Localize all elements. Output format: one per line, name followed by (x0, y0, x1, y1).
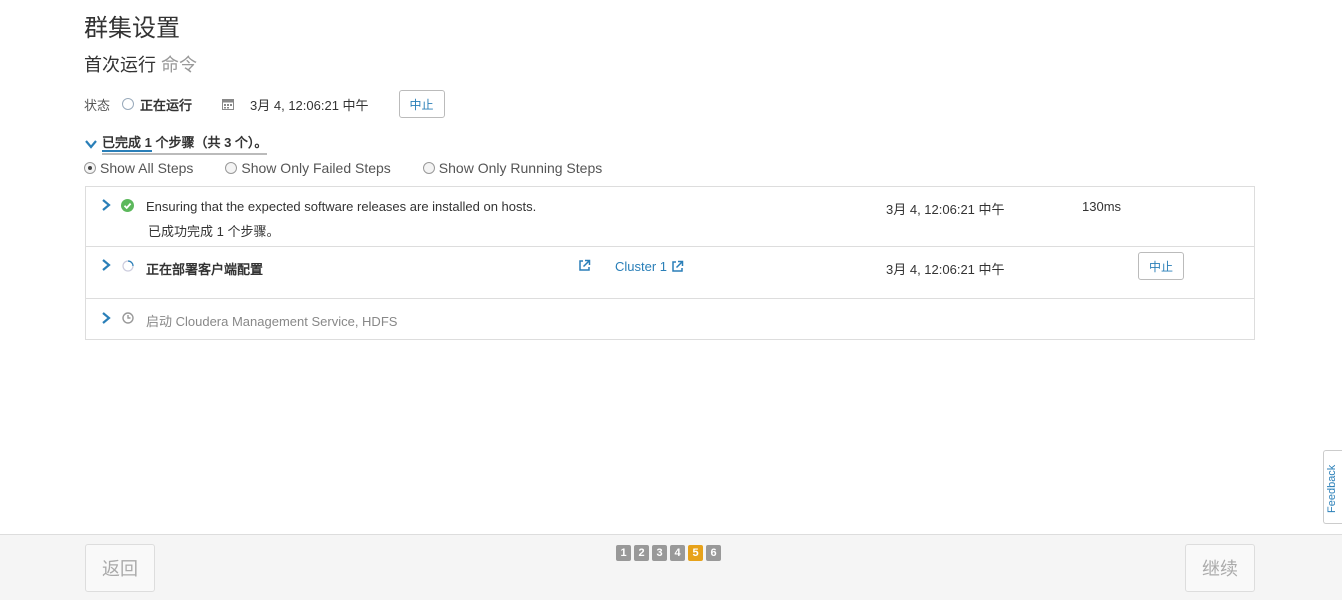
cluster-link[interactable]: Cluster 1 (615, 259, 684, 274)
step-filter-group: Show All Steps Show Only Failed Steps Sh… (84, 160, 634, 176)
radio-dot (84, 162, 96, 174)
progress-completed: 已完成 1 (102, 135, 152, 152)
abort-step-button[interactable]: 中止 (1138, 252, 1185, 280)
step-duration: 130ms (1082, 199, 1122, 214)
clock-icon (122, 312, 134, 324)
feedback-label: Feedback (1326, 464, 1338, 513)
radio-dot (225, 162, 238, 174)
external-link-icon (672, 260, 684, 272)
spinner-icon (122, 98, 135, 110)
chevron-right-icon[interactable] (101, 311, 111, 325)
step-title: 启动 Cloudera Management Service, HDFS (146, 314, 398, 329)
status-date: 3月 4, 12:06:21 中午 (250, 97, 369, 113)
calendar-icon (222, 99, 235, 110)
status-row: 状态 正在运行 3月 4, 12:06:21 中午 中止 (84, 90, 445, 118)
subtitle-muted: 命令 (161, 55, 198, 75)
step-row: Ensuring that the expected software rele… (86, 187, 1254, 247)
page-subtitle: 首次运行 命令 (84, 51, 197, 77)
step-subtitle: 已成功完成 1 个步骤。 (148, 224, 280, 239)
step-time: 3月 4, 12:06:21 中午 (886, 262, 1005, 277)
page-step-3: 3 (652, 545, 667, 561)
page-step-5: 5 (688, 545, 703, 561)
page-title: 群集设置 (84, 15, 180, 42)
steps-list: Ensuring that the expected software rele… (85, 186, 1255, 340)
filter-running-steps[interactable]: Show Only Running Steps (422, 160, 603, 176)
status-value: 正在运行 (140, 97, 193, 113)
step-title: Ensuring that the expected software rele… (146, 199, 537, 214)
external-link-icon[interactable] (578, 259, 591, 272)
step-row: 启动 Cloudera Management Service, HDFS (86, 299, 1254, 339)
filter-all-steps[interactable]: Show All Steps (84, 160, 193, 176)
abort-command-button[interactable]: 中止 (398, 90, 445, 118)
wizard-footer: 返回 1 2 3 4 5 6 继续 (0, 534, 1342, 600)
page-step-6: 6 (706, 545, 721, 561)
spinner-icon (122, 260, 134, 272)
feedback-tab[interactable]: Feedback (1323, 450, 1342, 524)
cluster-link-label: Cluster 1 (615, 259, 668, 274)
progress-rest: 个步骤（共 3 个）。 (151, 135, 268, 150)
radio-dot (422, 162, 435, 174)
page-step-2: 2 (634, 545, 649, 561)
chevron-right-icon[interactable] (101, 198, 111, 212)
back-button[interactable]: 返回 (85, 544, 155, 592)
cluster-setup-page: 群集设置 首次运行 命令 状态 正在运行 3月 4, 12:06:21 中午 中… (0, 0, 1342, 601)
filter-label: Show All Steps (100, 160, 194, 176)
chevron-down-icon (85, 139, 97, 149)
progress-toggle[interactable]: 已完成 1 个步骤（共 3 个）。 (84, 132, 268, 155)
subtitle-main: 首次运行 (84, 55, 156, 75)
progress-summary: 已完成 1 个步骤（共 3 个）。 (102, 132, 268, 155)
page-step-4: 4 (670, 545, 685, 561)
page-step-1: 1 (616, 545, 631, 561)
step-time: 3月 4, 12:06:21 中午 (886, 202, 1005, 217)
filter-label: Show Only Failed Steps (241, 160, 391, 176)
status-label: 状态 (84, 97, 111, 113)
filter-failed-steps[interactable]: Show Only Failed Steps (225, 160, 391, 176)
step-row: 正在部署客户端配置 Cluster 1 3月 4, 12:06:21 中午 中止 (86, 247, 1254, 299)
filter-label: Show Only Running Steps (438, 160, 603, 176)
wizard-pager: 1 2 3 4 5 6 (616, 545, 724, 561)
continue-button[interactable]: 继续 (1185, 544, 1255, 592)
chevron-right-icon[interactable] (101, 258, 111, 272)
step-title: 正在部署客户端配置 (146, 262, 264, 277)
check-circle-icon (121, 199, 134, 212)
